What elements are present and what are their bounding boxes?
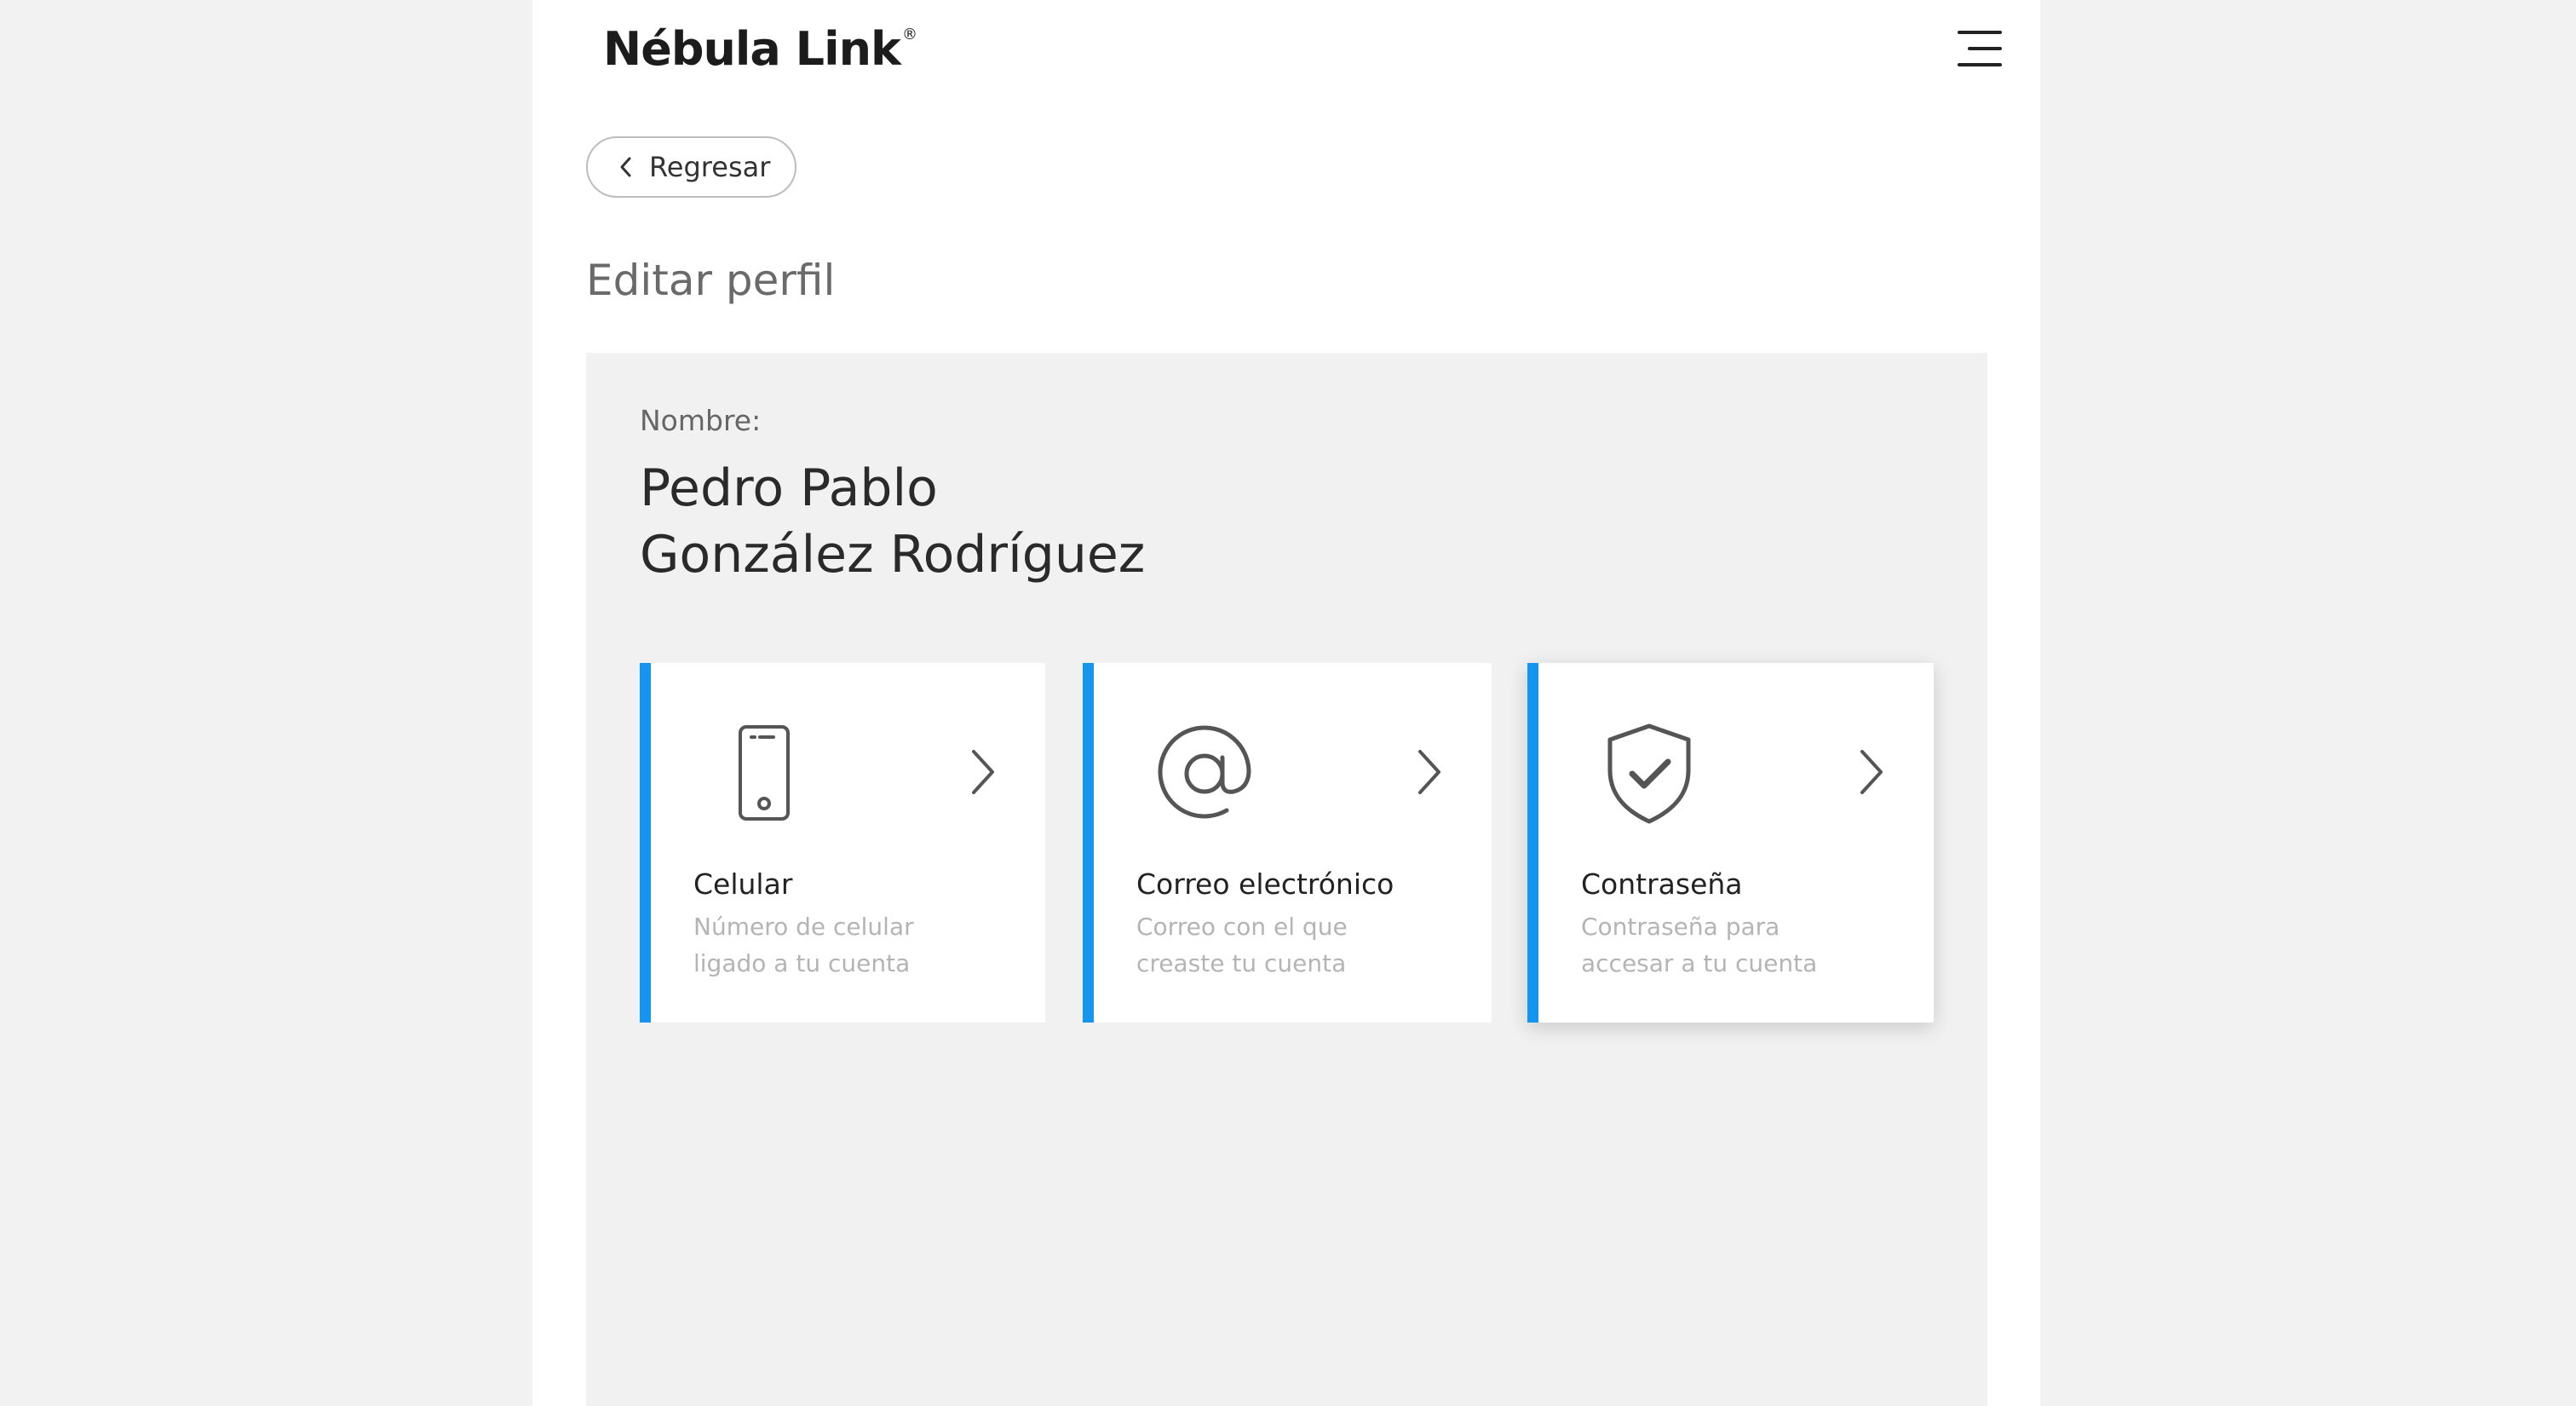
- chevron-right-icon: [1418, 750, 1440, 794]
- chevron-left-icon: [620, 157, 631, 177]
- at-sign-icon: [1158, 725, 1251, 819]
- card-title: Correo electrónico: [1136, 867, 1394, 901]
- card-description: Correo con el que creaste tu cuenta: [1136, 908, 1443, 982]
- chevron-right-icon: [1860, 750, 1883, 794]
- back-button-label: Regresar: [649, 151, 771, 183]
- card-description: Número de celular ligado a tu cuenta: [693, 908, 1000, 982]
- chevron-right-icon: [972, 750, 994, 794]
- card-description-line: Número de celular: [693, 913, 914, 941]
- card-celular[interactable]: Celular Número de celular ligado a tu cu…: [640, 663, 1045, 1023]
- hamburger-menu-icon[interactable]: [1958, 31, 2002, 66]
- profile-name-first: Pedro Pablo: [640, 458, 938, 518]
- card-description-line: ligado a tu cuenta: [693, 949, 911, 977]
- name-label: Nombre:: [640, 404, 762, 437]
- profile-name-last: González Rodríguez: [640, 525, 1146, 585]
- mobile-phone-icon: [739, 725, 790, 821]
- card-description-line: accesar a tu cuenta: [1581, 949, 1818, 977]
- registered-mark: ®: [901, 26, 917, 43]
- shield-check-icon: [1607, 723, 1691, 824]
- card-title: Celular: [693, 867, 793, 901]
- card-description: Contraseña para accesar a tu cuenta: [1581, 908, 1888, 982]
- brand-logo[interactable]: Nébula Link ®: [603, 22, 917, 76]
- card-description-line: Correo con el que: [1136, 913, 1348, 941]
- back-button[interactable]: Regresar: [586, 136, 796, 198]
- profile-page: Nébula Link ® Regresar Editar perfil Nomb…: [532, 0, 2040, 1406]
- card-contrasena[interactable]: Contraseña Contraseña para accesar a tu …: [1527, 663, 1934, 1023]
- card-title: Contraseña: [1581, 867, 1743, 901]
- page-title: Editar perfil: [586, 256, 836, 305]
- brand-name: Nébula Link: [603, 22, 901, 76]
- card-correo[interactable]: Correo electrónico Correo con el que cre…: [1083, 663, 1492, 1023]
- profile-panel: Nombre: Pedro Pablo González Rodríguez C…: [586, 353, 1987, 1406]
- card-description-line: creaste tu cuenta: [1136, 949, 1347, 977]
- card-description-line: Contraseña para: [1581, 913, 1780, 941]
